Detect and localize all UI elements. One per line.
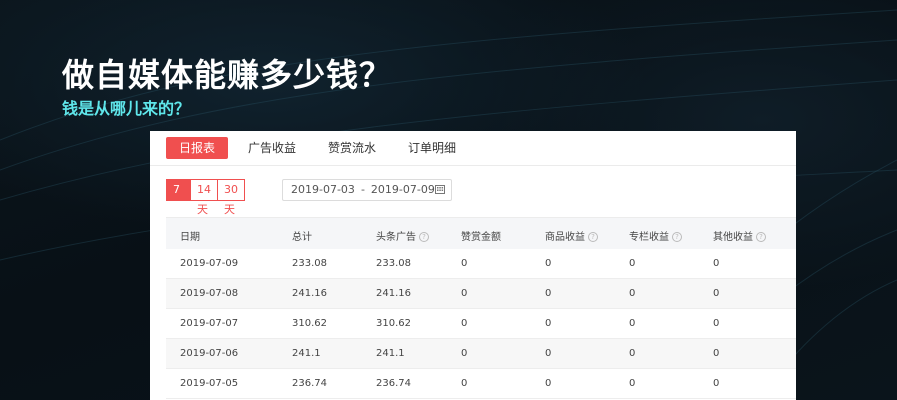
column-header-tip-amount: 赞赏金额 bbox=[461, 232, 501, 243]
cell-column-revenue: 0 bbox=[629, 258, 636, 269]
column-header-label: 专栏收益 bbox=[629, 232, 669, 243]
tab-order-details[interactable]: 订单明细 bbox=[402, 137, 462, 159]
date-range-separator: - bbox=[360, 183, 365, 196]
cell-total: 241.16 bbox=[292, 288, 327, 299]
table-row: 2019-07-06 241.1 241.1 0 0 0 0 bbox=[166, 339, 796, 369]
cell-total: 241.1 bbox=[292, 348, 321, 359]
cell-tip-amount: 0 bbox=[461, 348, 468, 359]
cell-column-revenue: 0 bbox=[629, 288, 636, 299]
cell-other-revenue: 0 bbox=[713, 348, 720, 359]
cell-headline-ads: 241.16 bbox=[376, 288, 411, 299]
cell-total: 233.08 bbox=[292, 258, 327, 269]
cell-headline-ads: 233.08 bbox=[376, 258, 411, 269]
table-row: 2019-07-07 310.62 310.62 0 0 0 0 bbox=[166, 309, 796, 339]
range-14-days-button[interactable]: 14天 bbox=[190, 179, 218, 216]
table-row: 2019-07-05 236.74 236.74 0 0 0 0 bbox=[166, 369, 796, 399]
column-header-other-revenue: 其他收益? bbox=[713, 228, 766, 243]
help-icon[interactable]: ? bbox=[419, 232, 429, 242]
cell-other-revenue: 0 bbox=[713, 258, 720, 269]
cell-total: 310.62 bbox=[292, 318, 327, 329]
range-30-days-button[interactable]: 30天 bbox=[217, 179, 245, 216]
cell-product-revenue: 0 bbox=[545, 378, 552, 389]
table-row: 2019-07-09 233.08 233.08 0 0 0 0 bbox=[166, 249, 796, 279]
help-icon[interactable]: ? bbox=[756, 232, 766, 242]
range-button-group: 7天 14天 30天 bbox=[166, 179, 245, 216]
tab-tip-flow[interactable]: 赞赏流水 bbox=[322, 137, 382, 159]
calendar-icon[interactable] bbox=[435, 185, 445, 194]
cell-date: 2019-07-08 bbox=[180, 288, 239, 299]
cell-other-revenue: 0 bbox=[713, 378, 720, 389]
cell-tip-amount: 0 bbox=[461, 318, 468, 329]
cell-product-revenue: 0 bbox=[545, 318, 552, 329]
cell-date: 2019-07-07 bbox=[180, 318, 239, 329]
cell-column-revenue: 0 bbox=[629, 318, 636, 329]
column-header-product-revenue: 商品收益? bbox=[545, 228, 598, 243]
cell-product-revenue: 0 bbox=[545, 288, 552, 299]
cell-product-revenue: 0 bbox=[545, 258, 552, 269]
page-subheadline: 钱是从哪儿来的？ bbox=[62, 99, 191, 118]
cell-column-revenue: 0 bbox=[629, 348, 636, 359]
table-row: 2019-07-08 241.16 241.16 0 0 0 0 bbox=[166, 279, 796, 309]
tab-daily-report[interactable]: 日报表 bbox=[166, 137, 228, 159]
table-header-row: 日期 总计 头条广告? 赞赏金额 商品收益? 专栏收益? 其他收益? bbox=[166, 217, 796, 249]
column-header-date: 日期 bbox=[180, 232, 200, 243]
column-header-total: 总计 bbox=[292, 232, 312, 243]
revenue-table: 日期 总计 头条广告? 赞赏金额 商品收益? 专栏收益? 其他收益? 2019-… bbox=[166, 217, 796, 399]
tab-ad-revenue[interactable]: 广告收益 bbox=[242, 137, 302, 159]
cell-other-revenue: 0 bbox=[713, 288, 720, 299]
column-header-headline-ads: 头条广告? bbox=[376, 228, 429, 243]
help-icon[interactable]: ? bbox=[672, 232, 682, 242]
cell-column-revenue: 0 bbox=[629, 378, 636, 389]
help-icon[interactable]: ? bbox=[588, 232, 598, 242]
date-range-picker[interactable]: 2019-07-03-2019-07-09 bbox=[282, 179, 452, 201]
column-header-column-revenue: 专栏收益? bbox=[629, 228, 682, 243]
cell-product-revenue: 0 bbox=[545, 348, 552, 359]
cell-tip-amount: 0 bbox=[461, 258, 468, 269]
cell-tip-amount: 0 bbox=[461, 378, 468, 389]
column-header-label: 头条广告 bbox=[376, 232, 416, 243]
cell-date: 2019-07-06 bbox=[180, 348, 239, 359]
date-range-start: 2019-07-03 bbox=[291, 183, 355, 196]
range-7-days-button[interactable]: 7天 bbox=[166, 179, 191, 216]
cell-headline-ads: 310.62 bbox=[376, 318, 411, 329]
column-header-label: 商品收益 bbox=[545, 232, 585, 243]
column-header-label: 其他收益 bbox=[713, 232, 753, 243]
cell-tip-amount: 0 bbox=[461, 288, 468, 299]
cell-headline-ads: 241.1 bbox=[376, 348, 405, 359]
page-headline: 做自媒体能赚多少钱？ bbox=[62, 56, 393, 94]
cell-total: 236.74 bbox=[292, 378, 327, 389]
report-tabs: 日报表 广告收益 赞赏流水 订单明细 bbox=[150, 131, 796, 166]
cell-date: 2019-07-05 bbox=[180, 378, 239, 389]
cell-date: 2019-07-09 bbox=[180, 258, 239, 269]
revenue-report-panel: 日报表 广告收益 赞赏流水 订单明细 7天 14天 30天 2019-07-03… bbox=[150, 131, 796, 400]
cell-other-revenue: 0 bbox=[713, 318, 720, 329]
cell-headline-ads: 236.74 bbox=[376, 378, 411, 389]
date-range-end: 2019-07-09 bbox=[370, 183, 435, 196]
